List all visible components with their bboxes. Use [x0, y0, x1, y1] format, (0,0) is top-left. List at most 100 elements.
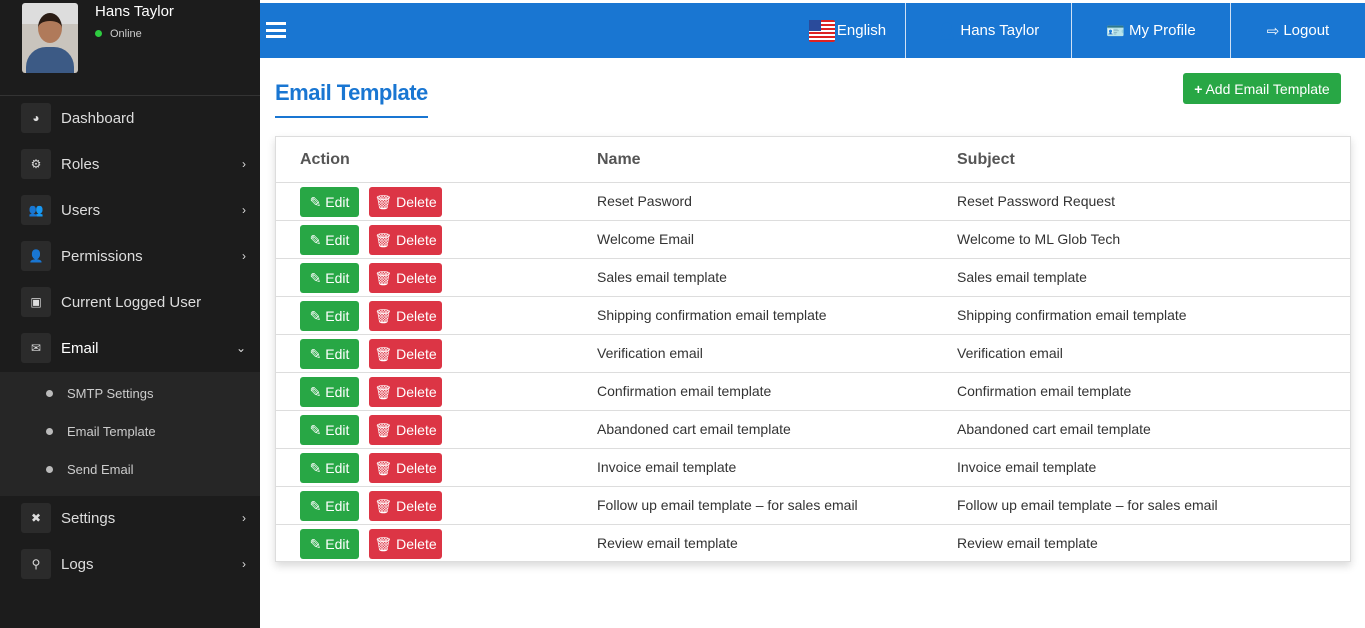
sidebar-item-label: Roles — [61, 155, 100, 173]
template-subject: Verification email — [957, 345, 1063, 361]
pencil-icon: ✎ — [309, 421, 322, 438]
template-subject: Follow up email template – for sales ema… — [957, 497, 1218, 513]
delete-button[interactable]: 🗑 Delete — [369, 225, 442, 255]
logout-icon: ⇨ — [1266, 22, 1280, 40]
chevron-right-icon: › — [242, 557, 246, 571]
template-name: Confirmation email template — [597, 383, 772, 399]
email-template-table: Action Name Subject ✎ Edit 🗑 Delete Reset … — [275, 136, 1351, 562]
edit-button[interactable]: ✎ Edit — [300, 187, 359, 217]
delete-button[interactable]: 🗑 Delete — [369, 377, 442, 407]
sidebar-item-roles[interactable]: ⚙ Roles › — [0, 144, 260, 184]
trash-icon: 🗑 — [374, 269, 393, 286]
edit-button[interactable]: ✎ Edit — [300, 225, 359, 255]
permissions-icon: 👤 — [21, 241, 51, 271]
delete-button[interactable]: 🗑 Delete — [369, 339, 442, 369]
table-row: ✎ Edit 🗑 Delete Shipping confirmation emai… — [276, 297, 1350, 335]
pencil-icon: ✎ — [309, 231, 322, 248]
plus-icon: + — [1194, 80, 1203, 97]
table-row: ✎ Edit 🗑 Delete Welcome Email Welcome to M… — [276, 221, 1350, 259]
template-subject: Review email template — [957, 535, 1098, 551]
page-title: Email Template — [275, 80, 428, 118]
header-name: Name — [597, 151, 641, 168]
sidebar-item-settings[interactable]: ✖ Settings › — [0, 498, 260, 538]
template-subject: Welcome to ML Glob Tech — [957, 231, 1121, 247]
my-profile-link[interactable]: 🪪 My Profile — [1072, 3, 1230, 58]
sidebar-item-label: Email — [61, 339, 99, 357]
table-row: ✎ Edit 🗑 Delete Review email template Revi… — [276, 525, 1350, 563]
table-row: ✎ Edit 🗑 Delete Abandoned cart email templ… — [276, 411, 1350, 449]
delete-button[interactable]: 🗑 Delete — [369, 263, 442, 293]
sidebar-item-permissions[interactable]: 👤 Permissions › — [0, 236, 260, 276]
submenu-item-smtp-settings[interactable]: SMTP Settings — [46, 386, 153, 401]
sidebar-item-dashboard[interactable]: ◕ Dashboard — [0, 98, 260, 138]
submenu-item-send-email[interactable]: Send Email — [46, 462, 133, 477]
chevron-down-icon: ⌄ — [235, 341, 246, 355]
template-subject: Shipping confirmation email template — [957, 307, 1187, 323]
template-name: Verification email — [597, 345, 703, 361]
edit-button[interactable]: ✎ Edit — [300, 491, 359, 521]
submenu-item-email-template[interactable]: Email Template — [46, 424, 156, 439]
user-status: Online — [95, 28, 142, 40]
sidebar-item-label: Logs — [61, 555, 94, 573]
edit-button[interactable]: ✎ Edit — [300, 377, 359, 407]
user-menu[interactable]: 👤 Hans Taylor — [906, 3, 1071, 58]
template-subject: Invoice email template — [957, 459, 1097, 475]
pencil-icon: ✎ — [309, 193, 322, 210]
sidebar-item-current-logged-user[interactable]: ▣ Current Logged User — [0, 282, 260, 322]
trash-icon: 🗑 — [374, 383, 393, 400]
user-name: Hans Taylor — [95, 3, 174, 20]
user-profile: Hans Taylor Online — [0, 0, 260, 96]
header-action: Action — [300, 151, 350, 168]
language-selector[interactable]: English — [790, 3, 905, 58]
template-name: Follow up email template – for sales ema… — [597, 497, 858, 513]
trash-icon: 🗑 — [374, 535, 393, 552]
pencil-icon: ✎ — [309, 345, 322, 362]
sidebar-item-users[interactable]: 👥 Users › — [0, 190, 260, 230]
delete-button[interactable]: 🗑 Delete — [369, 187, 442, 217]
delete-button[interactable]: 🗑 Delete — [369, 529, 442, 559]
delete-button[interactable]: 🗑 Delete — [369, 415, 442, 445]
bullet-icon — [46, 466, 53, 473]
trash-icon: 🗑 — [374, 345, 393, 362]
chevron-right-icon: › — [242, 511, 246, 525]
edit-button[interactable]: ✎ Edit — [300, 263, 359, 293]
sidebar-item-email[interactable]: ✉ Email ⌄ — [0, 328, 260, 368]
edit-button[interactable]: ✎ Edit — [300, 415, 359, 445]
delete-button[interactable]: 🗑 Delete — [369, 453, 442, 483]
sidebar-item-label: Current Logged User — [61, 293, 202, 311]
table-row: ✎ Edit 🗑 Delete Confirmation email templat… — [276, 373, 1350, 411]
template-subject: Reset Password Request — [957, 193, 1115, 209]
online-dot-icon — [95, 30, 102, 37]
trash-icon: 🗑 — [374, 421, 393, 438]
template-name: Invoice email template — [597, 459, 737, 475]
table-row: ✎ Edit 🗑 Delete Verification email Verific… — [276, 335, 1350, 373]
add-email-template-button[interactable]: + Add Email Template — [1183, 73, 1341, 104]
chevron-right-icon: › — [242, 203, 246, 217]
edit-button[interactable]: ✎ Edit — [300, 529, 359, 559]
pencil-icon: ✎ — [309, 497, 322, 514]
delete-button[interactable]: 🗑 Delete — [369, 301, 442, 331]
hamburger-menu-icon[interactable] — [266, 22, 286, 38]
sidebar-item-label: Dashboard — [61, 109, 135, 127]
table-row: ✎ Edit 🗑 Delete Invoice email template Inv… — [276, 449, 1350, 487]
edit-button[interactable]: ✎ Edit — [300, 453, 359, 483]
header-subject: Subject — [957, 151, 1015, 168]
id-card-icon: 🪪 — [1106, 22, 1125, 40]
pencil-icon: ✎ — [309, 269, 322, 286]
email-icon: ✉ — [21, 333, 51, 363]
tools-icon: ✖ — [21, 503, 51, 533]
template-name: Abandoned cart email template — [597, 421, 791, 437]
template-name: Review email template — [597, 535, 738, 551]
sidebar-item-logs[interactable]: ⚲ Logs › — [0, 544, 260, 584]
bullet-icon — [46, 390, 53, 397]
chevron-right-icon: › — [242, 157, 246, 171]
delete-button[interactable]: 🗑 Delete — [369, 491, 442, 521]
template-subject: Abandoned cart email template — [957, 421, 1151, 437]
logout-link[interactable]: ⇨ Logout — [1231, 3, 1365, 58]
pencil-icon: ✎ — [309, 307, 322, 324]
edit-button[interactable]: ✎ Edit — [300, 301, 359, 331]
edit-button[interactable]: ✎ Edit — [300, 339, 359, 369]
trash-icon: 🗑 — [374, 497, 393, 514]
pencil-icon: ✎ — [309, 383, 322, 400]
template-subject: Confirmation email template — [957, 383, 1132, 399]
